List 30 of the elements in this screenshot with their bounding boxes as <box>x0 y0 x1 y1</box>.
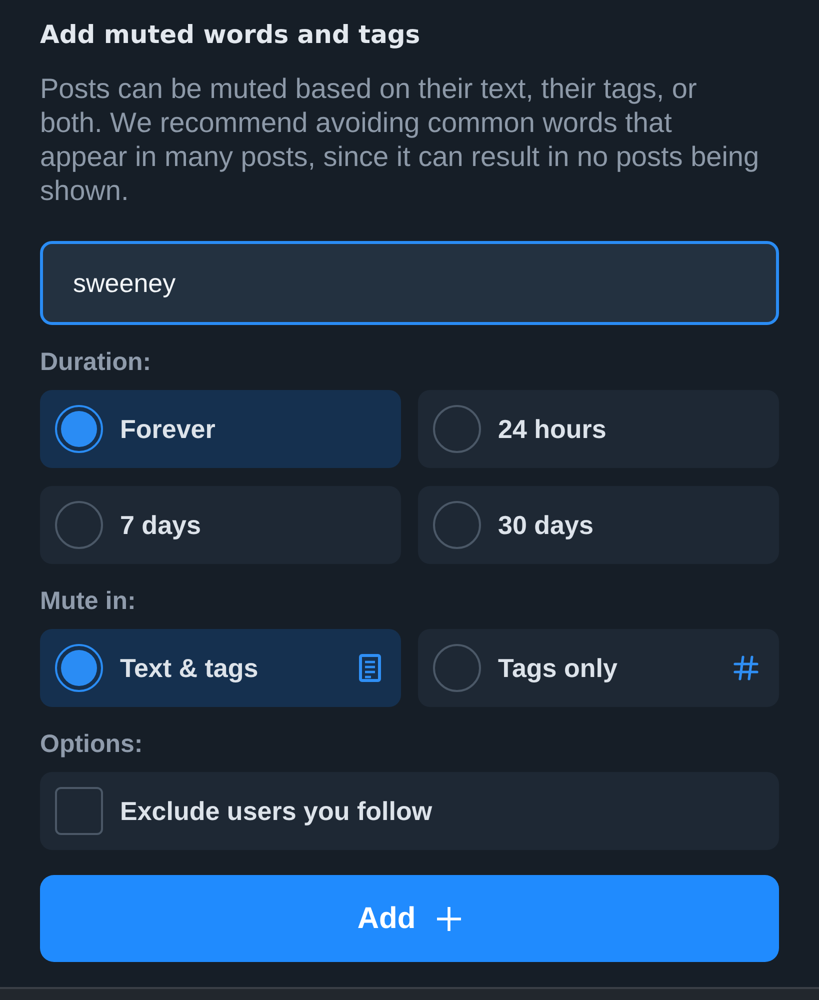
radio-option[interactable]: 30 days <box>418 486 779 564</box>
radio-button[interactable] <box>433 405 481 453</box>
radio-option[interactable]: 24 hours <box>418 390 779 468</box>
radio-button[interactable] <box>55 405 103 453</box>
option-label: 7 days <box>120 510 202 540</box>
input-field[interactable]: sweeney <box>40 241 779 325</box>
checkbox-option[interactable]: Exclude users you follow <box>40 772 779 850</box>
plus-icon <box>436 906 462 932</box>
option-label: Exclude users you follow <box>120 796 434 826</box>
radio-option[interactable]: Text & tags <box>40 629 401 707</box>
option-label: Forever <box>120 414 216 444</box>
radio-option[interactable]: Tags only <box>418 629 779 707</box>
dialog-title: Add muted words and tags <box>40 19 420 51</box>
option-label: 24 hours <box>498 414 608 444</box>
checkbox[interactable] <box>55 787 103 835</box>
radio-option[interactable]: Forever <box>40 390 401 468</box>
section-label: Mute in: <box>40 586 136 616</box>
radio-button[interactable] <box>433 501 481 549</box>
section-label: Duration: <box>40 347 152 377</box>
section-label: Options: <box>40 729 143 759</box>
option-label: Tags only <box>498 652 618 684</box>
radio-option[interactable]: 7 days <box>40 486 401 564</box>
option-label: 30 days <box>498 510 594 540</box>
radio-button[interactable] <box>55 501 103 549</box>
hash-icon <box>733 655 759 681</box>
document-icon <box>359 654 381 682</box>
option-label: Text & tags <box>120 652 260 684</box>
radio-button[interactable] <box>433 644 481 692</box>
radio-button[interactable] <box>55 644 103 692</box>
description-text: Posts can be muted based on their text, their tags, or both. We recommend avoiding common words that appear in many posts, since it can result in no posts being shown. <box>40 72 760 208</box>
